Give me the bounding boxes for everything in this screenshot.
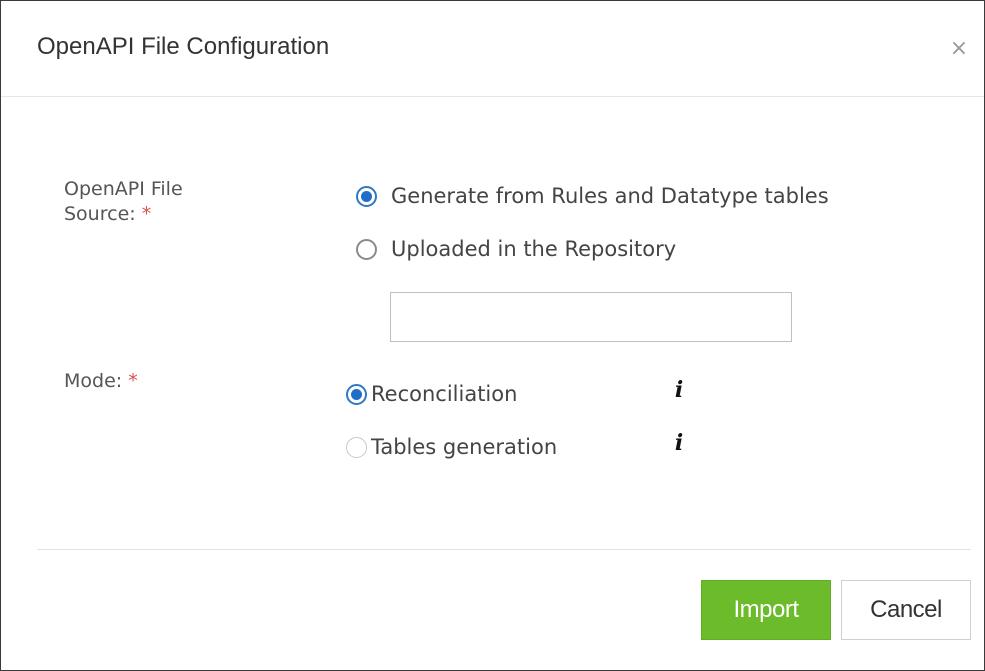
mode-label-text: Mode: bbox=[64, 370, 123, 392]
radio-tables-generation[interactable] bbox=[346, 436, 367, 458]
source-option-uploaded[interactable]: Uploaded in the Repository bbox=[356, 237, 676, 261]
close-icon[interactable]: × bbox=[947, 37, 971, 61]
mode-option-tables-generation[interactable]: Tables generation bbox=[346, 435, 557, 459]
source-label-line2: Source: bbox=[64, 203, 136, 225]
info-icon[interactable]: i bbox=[671, 379, 687, 401]
repository-file-input[interactable] bbox=[390, 292, 792, 342]
radio-reconciliation[interactable] bbox=[346, 383, 367, 405]
source-required-mark: * bbox=[141, 203, 152, 225]
mode-option-reconciliation[interactable]: Reconciliation bbox=[346, 382, 517, 406]
mode-label: Mode: * bbox=[64, 369, 138, 394]
source-option-generate[interactable]: Generate from Rules and Datatype tables bbox=[356, 184, 829, 208]
openapi-config-dialog: OpenAPI File Configuration × OpenAPI Fil… bbox=[0, 0, 985, 671]
import-button[interactable]: Import bbox=[701, 580, 831, 640]
source-label-line1: OpenAPI File bbox=[64, 178, 183, 200]
footer-divider bbox=[37, 549, 971, 550]
dialog-title: OpenAPI File Configuration bbox=[37, 33, 330, 60]
info-icon[interactable]: i bbox=[671, 432, 687, 454]
mode-required-mark: * bbox=[128, 370, 138, 392]
mode-option-tables-generation-label: Tables generation bbox=[371, 435, 558, 459]
dialog-header: OpenAPI File Configuration × bbox=[1, 1, 984, 97]
cancel-button[interactable]: Cancel bbox=[841, 580, 971, 640]
source-label: OpenAPI File Source: * bbox=[64, 177, 183, 227]
source-option-generate-label: Generate from Rules and Datatype tables bbox=[391, 184, 829, 208]
radio-uploaded[interactable] bbox=[356, 238, 377, 260]
source-option-uploaded-label: Uploaded in the Repository bbox=[391, 237, 677, 261]
radio-generate[interactable] bbox=[356, 185, 377, 207]
mode-option-reconciliation-label: Reconciliation bbox=[371, 382, 518, 406]
